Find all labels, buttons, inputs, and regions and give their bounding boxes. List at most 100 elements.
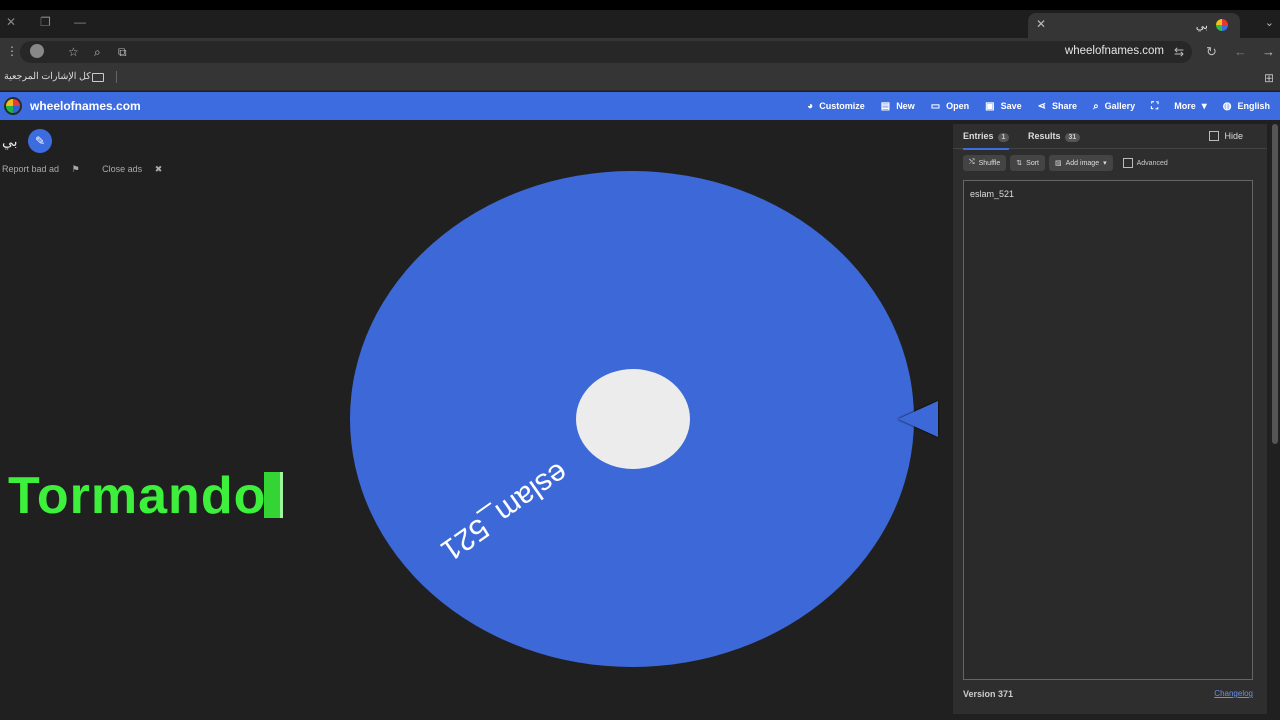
report-ad-link[interactable]: Report bad ad ⚑ xyxy=(2,164,90,174)
panel-tabs: Entries 1 Results 31 Hide xyxy=(953,124,1267,150)
nav-gallery[interactable]: ⌕ Gallery xyxy=(1093,101,1135,112)
page-scrollbar[interactable] xyxy=(1272,124,1278,444)
version-label: Version 371 xyxy=(963,689,1014,699)
nav-label: Save xyxy=(1000,101,1022,111)
tab-search-icon[interactable]: ⌄ xyxy=(1265,16,1274,29)
nav-new[interactable]: ▤ New xyxy=(881,101,915,112)
close-circle-icon: ✖ xyxy=(154,164,163,174)
wheel-hub[interactable] xyxy=(576,369,690,469)
changelog-link[interactable]: Changelog xyxy=(1214,689,1253,698)
star-icon[interactable]: ☆ xyxy=(68,45,79,59)
profile-icon[interactable] xyxy=(30,44,44,58)
palette-icon: ◕ xyxy=(807,100,814,112)
tab-entries-label: Entries xyxy=(963,131,994,141)
pencil-icon: ✎ xyxy=(34,134,46,148)
nav-more[interactable]: More ▾ xyxy=(1174,101,1207,112)
folder-icon: ▭ xyxy=(930,100,941,112)
caret-down-icon: ▾ xyxy=(1201,100,1207,112)
folder-icon xyxy=(92,73,104,82)
site-name[interactable]: wheelofnames.com xyxy=(30,99,141,113)
shuffle-button[interactable]: ⤭ Shuffle xyxy=(963,155,1007,171)
zoom-icon[interactable]: ⌕ xyxy=(94,45,101,60)
address-bar-row: ⋮ ☆ ⌕ ⧉ wheelofnames.com ⇆ ↻ ← → xyxy=(0,38,1280,66)
tab-close-icon[interactable]: ✕ xyxy=(1036,17,1046,31)
sort-label: Sort xyxy=(1026,159,1039,167)
translate-icon[interactable]: ⧉ xyxy=(118,45,127,60)
back-icon[interactable]: ← xyxy=(1234,44,1247,59)
site-logo-icon[interactable] xyxy=(4,97,22,115)
kebab-menu-icon[interactable]: ⋮ xyxy=(6,44,18,58)
site-settings-icon[interactable]: ⇆ xyxy=(1174,45,1184,59)
report-ad-label: Report bad ad xyxy=(2,164,60,174)
share-icon: ⋖ xyxy=(1037,100,1047,112)
sort-button[interactable]: ⇅ Sort xyxy=(1010,155,1045,171)
reload-icon[interactable]: ↻ xyxy=(1206,44,1217,60)
window-minimize-icon[interactable]: — xyxy=(74,15,86,29)
omnibox[interactable]: ☆ ⌕ ⧉ wheelofnames.com ⇆ xyxy=(20,41,1192,63)
tab-entries[interactable]: Entries 1 xyxy=(963,131,1010,150)
hide-label: Hide xyxy=(1224,131,1243,141)
all-bookmarks-label[interactable]: كل الإشارات المرجعية xyxy=(4,71,91,82)
tab-title: بي xyxy=(1195,20,1208,32)
apps-grid-icon[interactable]: ⊞ xyxy=(1264,71,1274,85)
entries-panel: Entries 1 Results 31 Hide ⤭ Shuffle ⇅ Sort ▨… xyxy=(953,124,1267,714)
search-icon: ⌕ xyxy=(1093,100,1099,112)
entries-textarea[interactable]: eslam_521 xyxy=(963,180,1253,680)
shuffle-icon: ⤭ xyxy=(969,159,975,166)
sort-icon: ⇅ xyxy=(1016,160,1023,167)
nav-label: New xyxy=(896,101,915,111)
advanced-checkbox[interactable] xyxy=(1122,158,1133,168)
nav-language[interactable]: ◍ English xyxy=(1223,101,1270,112)
tab-results[interactable]: Results 31 xyxy=(1028,131,1081,142)
nav-save[interactable]: ▣ Save xyxy=(985,101,1021,112)
results-count-badge: 31 xyxy=(1064,133,1081,142)
overlay-text: Tormando xyxy=(8,467,267,525)
nav-label: Share xyxy=(1052,101,1078,111)
nav-label: Customize xyxy=(819,101,865,111)
entry-line: eslam_521 xyxy=(970,189,1015,199)
advanced-label: Advanced xyxy=(1136,159,1168,167)
nav-label: Gallery xyxy=(1104,101,1136,111)
nav-label: English xyxy=(1237,101,1270,111)
nav-label: Open xyxy=(946,101,970,111)
window-restore-icon[interactable]: ❐ xyxy=(40,15,51,29)
top-strip xyxy=(0,0,1280,10)
fullscreen-icon: ⛶ xyxy=(1151,100,1159,112)
save-icon: ▣ xyxy=(985,100,995,112)
forward-icon[interactable]: → xyxy=(1262,44,1275,59)
browser-tab-bar: ✕ ❐ — + ✕ بي ⌄ xyxy=(0,10,1280,38)
wheel-title: بي xyxy=(2,133,18,149)
tab-results-label: Results xyxy=(1028,131,1061,141)
site-nav: ◕ Customize ▤ New ▭ Open ▣ Save ⋖ Share ⌕ Gall… xyxy=(807,92,1270,120)
nav-fullscreen[interactable]: ⛶ xyxy=(1151,101,1158,112)
add-image-button[interactable]: ▨ Add image ▾ xyxy=(1049,155,1113,171)
image-icon: ▨ xyxy=(1055,160,1062,167)
edit-title-button[interactable]: ✎ xyxy=(28,129,52,153)
wheel-pointer-icon xyxy=(898,401,938,437)
entries-toolbar: ⤭ Shuffle ⇅ Sort ▨ Add image ▾ Advanced xyxy=(963,155,1168,171)
browser-tab[interactable]: ✕ بي xyxy=(1028,13,1240,38)
nav-customize[interactable]: ◕ Customize xyxy=(807,101,865,112)
hide-toggle[interactable]: Hide xyxy=(1209,131,1243,141)
hide-checkbox[interactable] xyxy=(1209,131,1220,141)
flag-icon: ⚑ xyxy=(71,164,80,174)
entries-count-badge: 1 xyxy=(997,133,1010,142)
file-icon: ▤ xyxy=(880,100,891,112)
close-ads-link[interactable]: Close ads ✖ xyxy=(102,164,172,174)
advanced-toggle[interactable]: Advanced xyxy=(1122,158,1168,168)
shuffle-label: Shuffle xyxy=(978,159,1001,167)
add-image-label: Add image xyxy=(1065,159,1100,167)
nav-label: More xyxy=(1174,101,1196,111)
text-cursor xyxy=(264,472,283,518)
caret-down-icon: ▾ xyxy=(1103,160,1107,167)
bookmarks-divider xyxy=(116,71,117,83)
ad-links: Report bad ad ⚑ Close ads ✖ xyxy=(2,164,182,175)
window-close-icon[interactable]: ✕ xyxy=(6,15,16,29)
nav-share[interactable]: ⋖ Share xyxy=(1038,101,1077,112)
bookmarks-bar: كل الإشارات المرجعية ⊞ xyxy=(0,66,1280,91)
url-text[interactable]: wheelofnames.com xyxy=(1065,45,1164,57)
nav-open[interactable]: ▭ Open xyxy=(931,101,969,112)
globe-icon: ◍ xyxy=(1222,100,1232,112)
favicon-icon xyxy=(1216,19,1228,31)
site-header: wheelofnames.com ◕ Customize ▤ New ▭ Open ▣… xyxy=(0,92,1280,120)
